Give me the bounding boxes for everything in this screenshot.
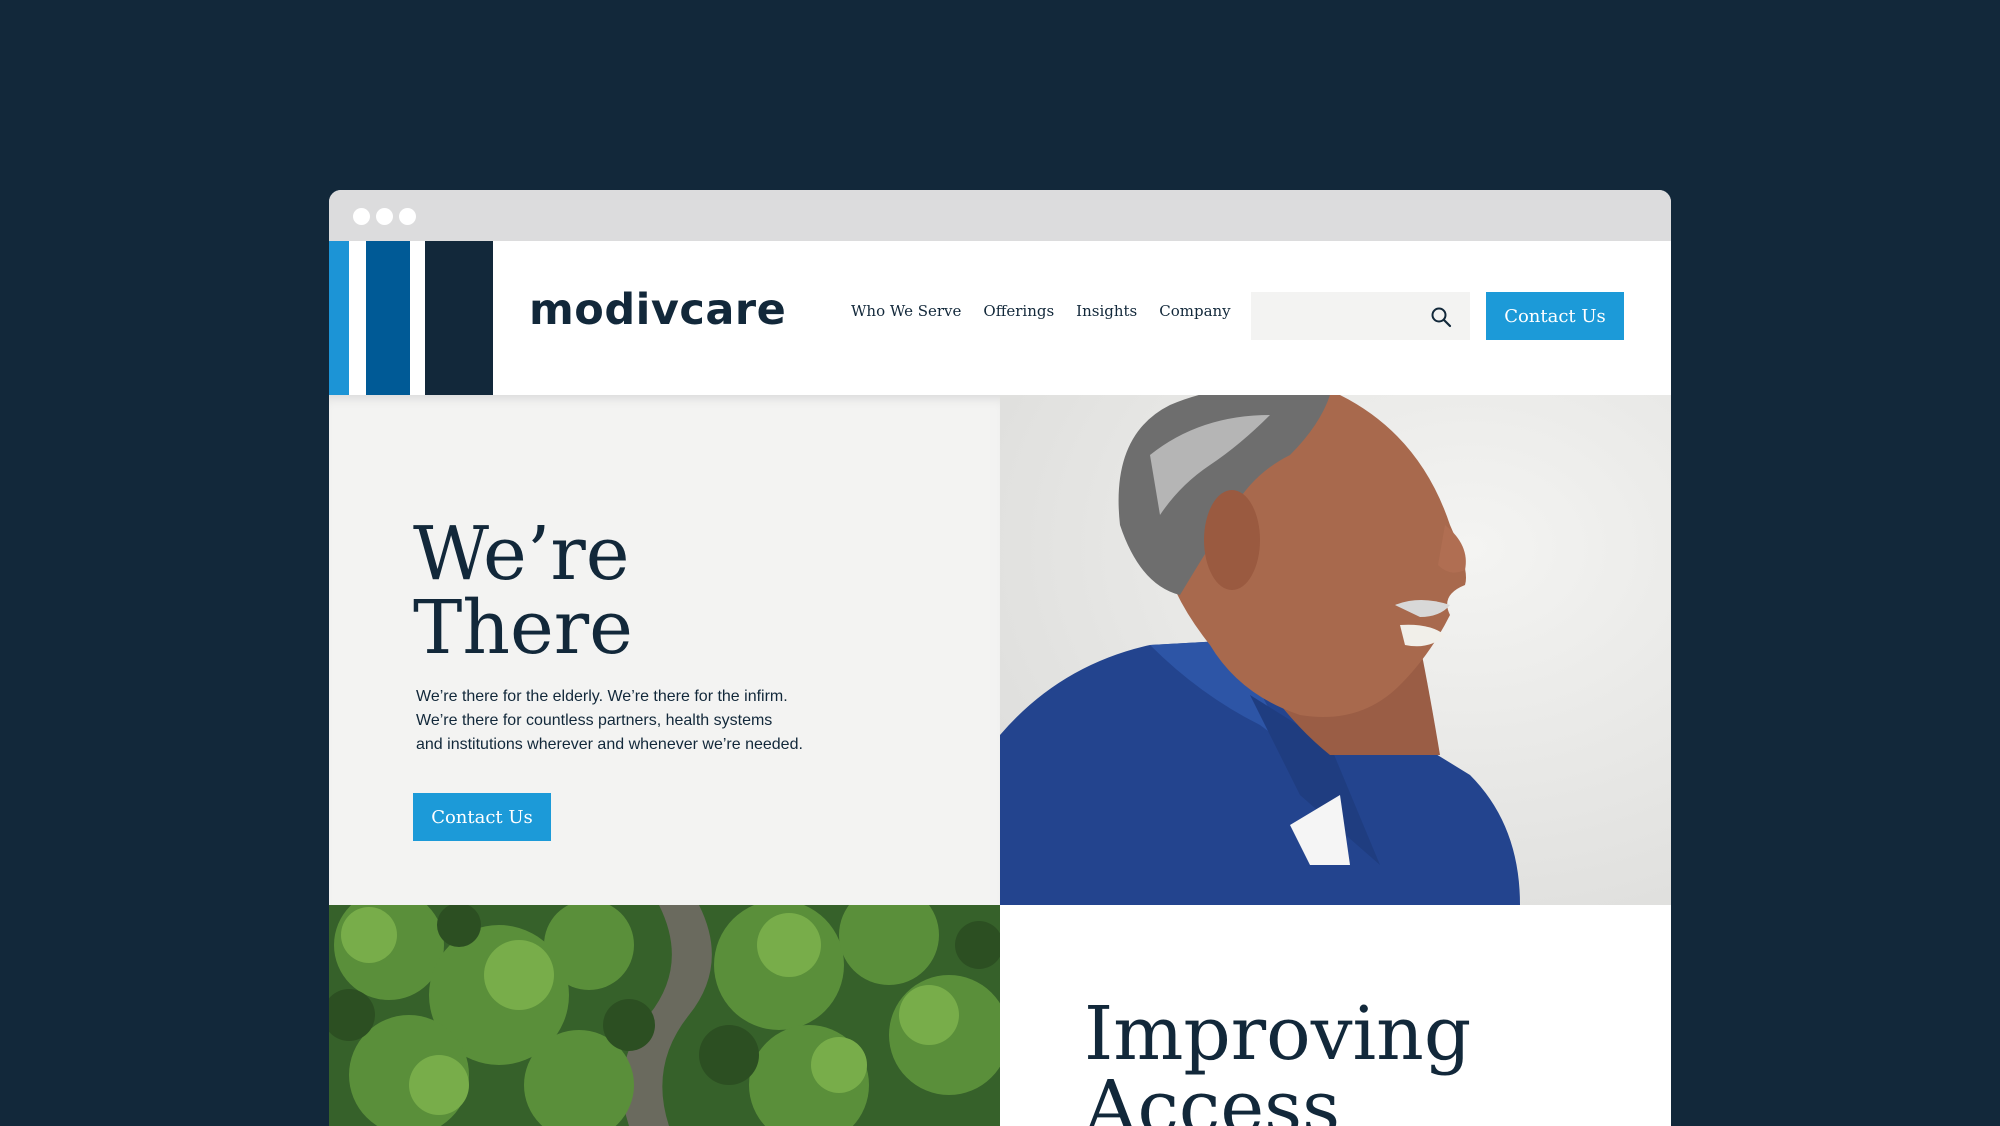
logo[interactable]: modivcare [529, 285, 786, 335]
main-nav: Who We Serve Offerings Insights Company [851, 302, 1231, 320]
hero-body-line: and institutions wherever and whenever w… [416, 736, 803, 753]
contact-us-button[interactable]: Contact Us [1486, 292, 1624, 340]
site-header: modivcare Who We Serve Offerings Insight… [329, 241, 1671, 395]
hero-section: We’re There We’re there for the elderly.… [329, 395, 1000, 905]
nav-item-offerings[interactable]: Offerings [983, 302, 1054, 320]
nav-item-insights[interactable]: Insights [1076, 302, 1137, 320]
window-dot-icon[interactable] [376, 208, 393, 225]
hero-title: We’re There [413, 517, 633, 665]
nav-item-who-we-serve[interactable]: Who We Serve [851, 302, 961, 320]
forest-aerial-image [329, 905, 1000, 1126]
section-title-line2: Access [1084, 1065, 1341, 1126]
window-dot-icon[interactable] [399, 208, 416, 225]
hero-body-line: We’re there for the elderly. We’re there… [416, 688, 788, 705]
hero-body-line: We’re there for countless partners, heal… [416, 712, 773, 729]
browser-window: modivcare Who We Serve Offerings Insight… [329, 190, 1671, 1126]
nav-item-company[interactable]: Company [1159, 302, 1230, 320]
section-title: Improving Access [1084, 997, 1471, 1126]
hero-photo-smiling-man [1000, 395, 1671, 905]
hero-body: We’re there for the elderly. We’re there… [416, 685, 836, 757]
hero-contact-us-button[interactable]: Contact Us [413, 793, 551, 841]
browser-chrome-bar [329, 190, 1671, 241]
window-dot-icon[interactable] [353, 208, 370, 225]
search-icon[interactable] [1429, 305, 1453, 329]
brand-stripes [329, 241, 493, 395]
hero-title-line2: There [413, 585, 633, 671]
improving-access-section: Improving Access [1000, 905, 1671, 1126]
